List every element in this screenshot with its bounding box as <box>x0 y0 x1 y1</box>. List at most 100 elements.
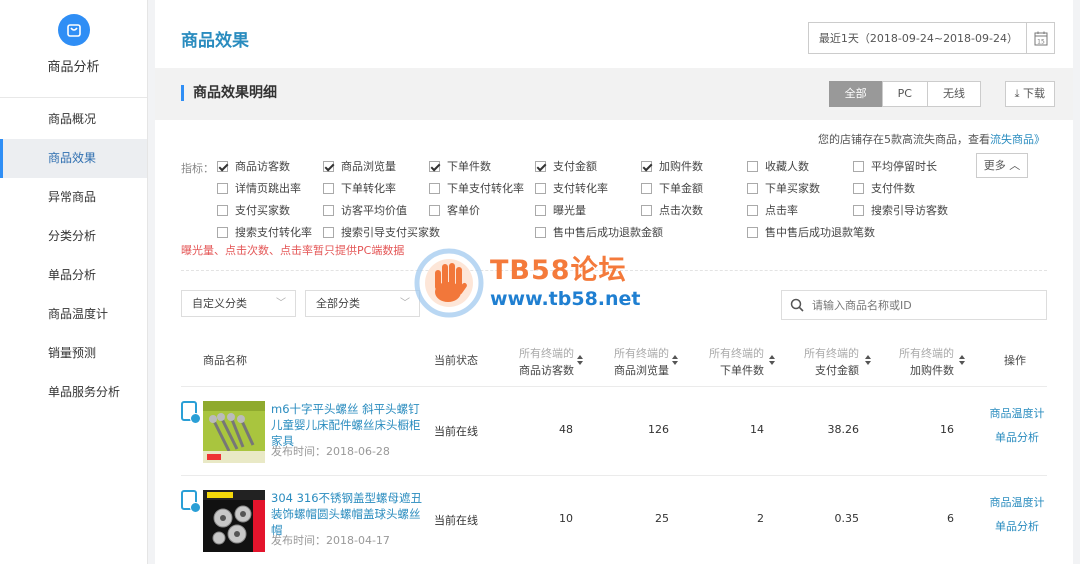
metric-checkbox[interactable]: 商品浏览量 <box>323 158 396 174</box>
search-box <box>781 290 1047 320</box>
checkbox-unchecked-icon[interactable] <box>641 204 652 216</box>
col-amount[interactable]: 支付金额 <box>815 362 859 378</box>
metrics-label: 指标： <box>181 162 214 175</box>
checkbox-unchecked-icon[interactable] <box>747 160 758 172</box>
segment-pc[interactable]: PC <box>881 81 928 107</box>
metric-checkbox[interactable]: 搜索引导访客数 <box>853 202 948 218</box>
metric-checkbox[interactable]: 加购件数 <box>641 158 703 174</box>
sidebar-item-service[interactable]: 单品服务分析 <box>0 373 147 412</box>
divider <box>181 270 1047 271</box>
date-range-picker[interactable]: 最近1天（2018-09-24~2018-09-24） 15 <box>807 22 1055 54</box>
checkbox-checked-icon[interactable] <box>323 160 334 172</box>
checkbox-unchecked-icon[interactable] <box>323 182 334 194</box>
metric-checkbox[interactable]: 支付金额 <box>535 158 597 174</box>
metric-checkbox[interactable]: 下单支付转化率 <box>429 180 524 196</box>
checkbox-checked-icon[interactable] <box>535 160 546 172</box>
checkbox-checked-icon[interactable] <box>641 160 652 172</box>
checkbox-unchecked-icon[interactable] <box>747 226 758 238</box>
more-button[interactable]: 更多 ︿ <box>976 153 1028 178</box>
sidebar-item-overview[interactable]: 商品概况 <box>0 100 147 139</box>
col-visitors[interactable]: 商品访客数 <box>519 362 574 378</box>
metric-label: 支付件数 <box>871 182 915 195</box>
checkbox-unchecked-icon[interactable] <box>323 226 334 238</box>
row-visitors: 10 <box>559 512 573 525</box>
metric-checkbox[interactable]: 下单转化率 <box>323 180 396 196</box>
metric-checkbox[interactable]: 下单金额 <box>641 180 703 196</box>
checkbox-unchecked-icon[interactable] <box>853 160 864 172</box>
sidebar-item-forecast[interactable]: 销量预测 <box>0 334 147 373</box>
segment-all[interactable]: 全部 <box>828 81 883 107</box>
metric-label: 点击率 <box>765 204 798 217</box>
checkbox-unchecked-icon[interactable] <box>853 204 864 216</box>
col-sub-label: 所有终端的 <box>614 347 669 360</box>
metric-checkbox[interactable]: 售中售后成功退款笔数 <box>747 224 875 240</box>
metric-checkbox[interactable]: 售中售后成功退款金额 <box>535 224 663 240</box>
metric-checkbox[interactable]: 点击次数 <box>641 202 703 218</box>
sidebar-item-single[interactable]: 单品分析 <box>0 256 147 295</box>
checkbox-unchecked-icon[interactable] <box>641 182 652 194</box>
checkbox-unchecked-icon[interactable] <box>429 182 440 194</box>
col-orders[interactable]: 下单件数 <box>720 362 764 378</box>
metric-checkbox[interactable]: 支付买家数 <box>217 202 290 218</box>
metric-checkbox[interactable]: 点击率 <box>747 202 798 218</box>
thermometer-link[interactable]: 商品温度计 <box>987 491 1047 515</box>
metric-checkbox[interactable]: 商品访客数 <box>217 158 290 174</box>
metric-checkbox[interactable]: 客单价 <box>429 202 480 218</box>
metric-checkbox[interactable]: 平均停留时长 <box>853 158 937 174</box>
checkbox-unchecked-icon[interactable] <box>747 182 758 194</box>
metric-checkbox[interactable]: 曝光量 <box>535 202 586 218</box>
single-analysis-link[interactable]: 单品分析 <box>987 426 1047 450</box>
checkbox-unchecked-icon[interactable] <box>429 204 440 216</box>
sort-icon[interactable] <box>769 355 776 367</box>
checkbox-unchecked-icon[interactable] <box>323 204 334 216</box>
metric-checkbox[interactable]: 收藏人数 <box>747 158 809 174</box>
metric-checkbox[interactable]: 下单买家数 <box>747 180 820 196</box>
checkbox-checked-icon[interactable] <box>429 160 440 172</box>
product-name[interactable]: 304 316不锈钢盖型螺母遮丑装饰螺帽圆头螺帽盖球头螺丝帽 <box>271 490 431 538</box>
download-button[interactable]: ⤓ 下载 <box>1004 81 1055 107</box>
metric-checkbox[interactable]: 访客平均价值 <box>323 202 407 218</box>
lost-products-link[interactable]: 流失商品》 <box>990 133 1045 146</box>
sort-icon[interactable] <box>577 355 584 367</box>
sidebar-item-thermometer[interactable]: 商品温度计 <box>0 295 147 334</box>
sort-icon[interactable] <box>959 355 966 367</box>
checkbox-unchecked-icon[interactable] <box>535 182 546 194</box>
search-input[interactable] <box>812 298 1032 312</box>
checkbox-checked-icon[interactable] <box>217 160 228 172</box>
metric-checkbox[interactable]: 下单件数 <box>429 158 491 174</box>
sidebar-item-effect[interactable]: 商品效果 <box>0 139 147 178</box>
col-views[interactable]: 商品浏览量 <box>614 362 669 378</box>
checkbox-unchecked-icon[interactable] <box>747 204 758 216</box>
sidebar-item-category[interactable]: 分类分析 <box>0 217 147 256</box>
checkbox-unchecked-icon[interactable] <box>217 182 228 194</box>
product-thumbnail[interactable] <box>203 490 265 552</box>
checkbox-unchecked-icon[interactable] <box>535 226 546 238</box>
metric-checkbox[interactable]: 支付转化率 <box>535 180 608 196</box>
thermometer-link[interactable]: 商品温度计 <box>987 402 1047 426</box>
checkbox-unchecked-icon[interactable] <box>535 204 546 216</box>
metric-checkbox[interactable]: 详情页跳出率 <box>217 180 301 196</box>
segment-wireless[interactable]: 无线 <box>927 81 981 107</box>
product-thumbnail[interactable] <box>203 401 265 463</box>
calendar-icon[interactable]: 15 <box>1026 23 1054 53</box>
page-header: 商品效果 最近1天（2018-09-24~2018-09-24） 15 <box>155 0 1073 68</box>
metric-checkbox[interactable]: 搜索引导支付买家数 <box>323 224 440 240</box>
checkbox-unchecked-icon[interactable] <box>217 204 228 216</box>
sort-icon[interactable] <box>672 355 679 367</box>
row-status: 当前在线 <box>434 514 478 527</box>
sidebar-item-abnormal[interactable]: 异常商品 <box>0 178 147 217</box>
metric-checkbox[interactable]: 搜索支付转化率 <box>217 224 312 240</box>
all-category-select[interactable]: 全部分类 ﹀ <box>305 290 420 317</box>
metric-checkbox[interactable]: 支付件数 <box>853 180 915 196</box>
product-name[interactable]: m6十字平头螺丝 斜平头螺钉儿童婴儿床配件螺丝床头橱柜家具 <box>271 401 431 449</box>
checkbox-unchecked-icon[interactable] <box>853 182 864 194</box>
metrics-selector: 指标： 商品访客数 商品浏览量 下单件数 支付金额 加购件数 收藏人数 平均停留时长详情页跳… <box>181 153 1061 258</box>
sort-icon[interactable] <box>865 355 872 367</box>
row-orders: 2 <box>757 512 764 525</box>
col-cart[interactable]: 加购件数 <box>910 362 954 378</box>
single-analysis-link[interactable]: 单品分析 <box>987 515 1047 539</box>
checkbox-unchecked-icon[interactable] <box>217 226 228 238</box>
metric-label: 平均停留时长 <box>871 160 937 173</box>
metric-label: 访客平均价值 <box>341 204 407 217</box>
custom-category-select[interactable]: 自定义分类 ﹀ <box>181 290 296 317</box>
